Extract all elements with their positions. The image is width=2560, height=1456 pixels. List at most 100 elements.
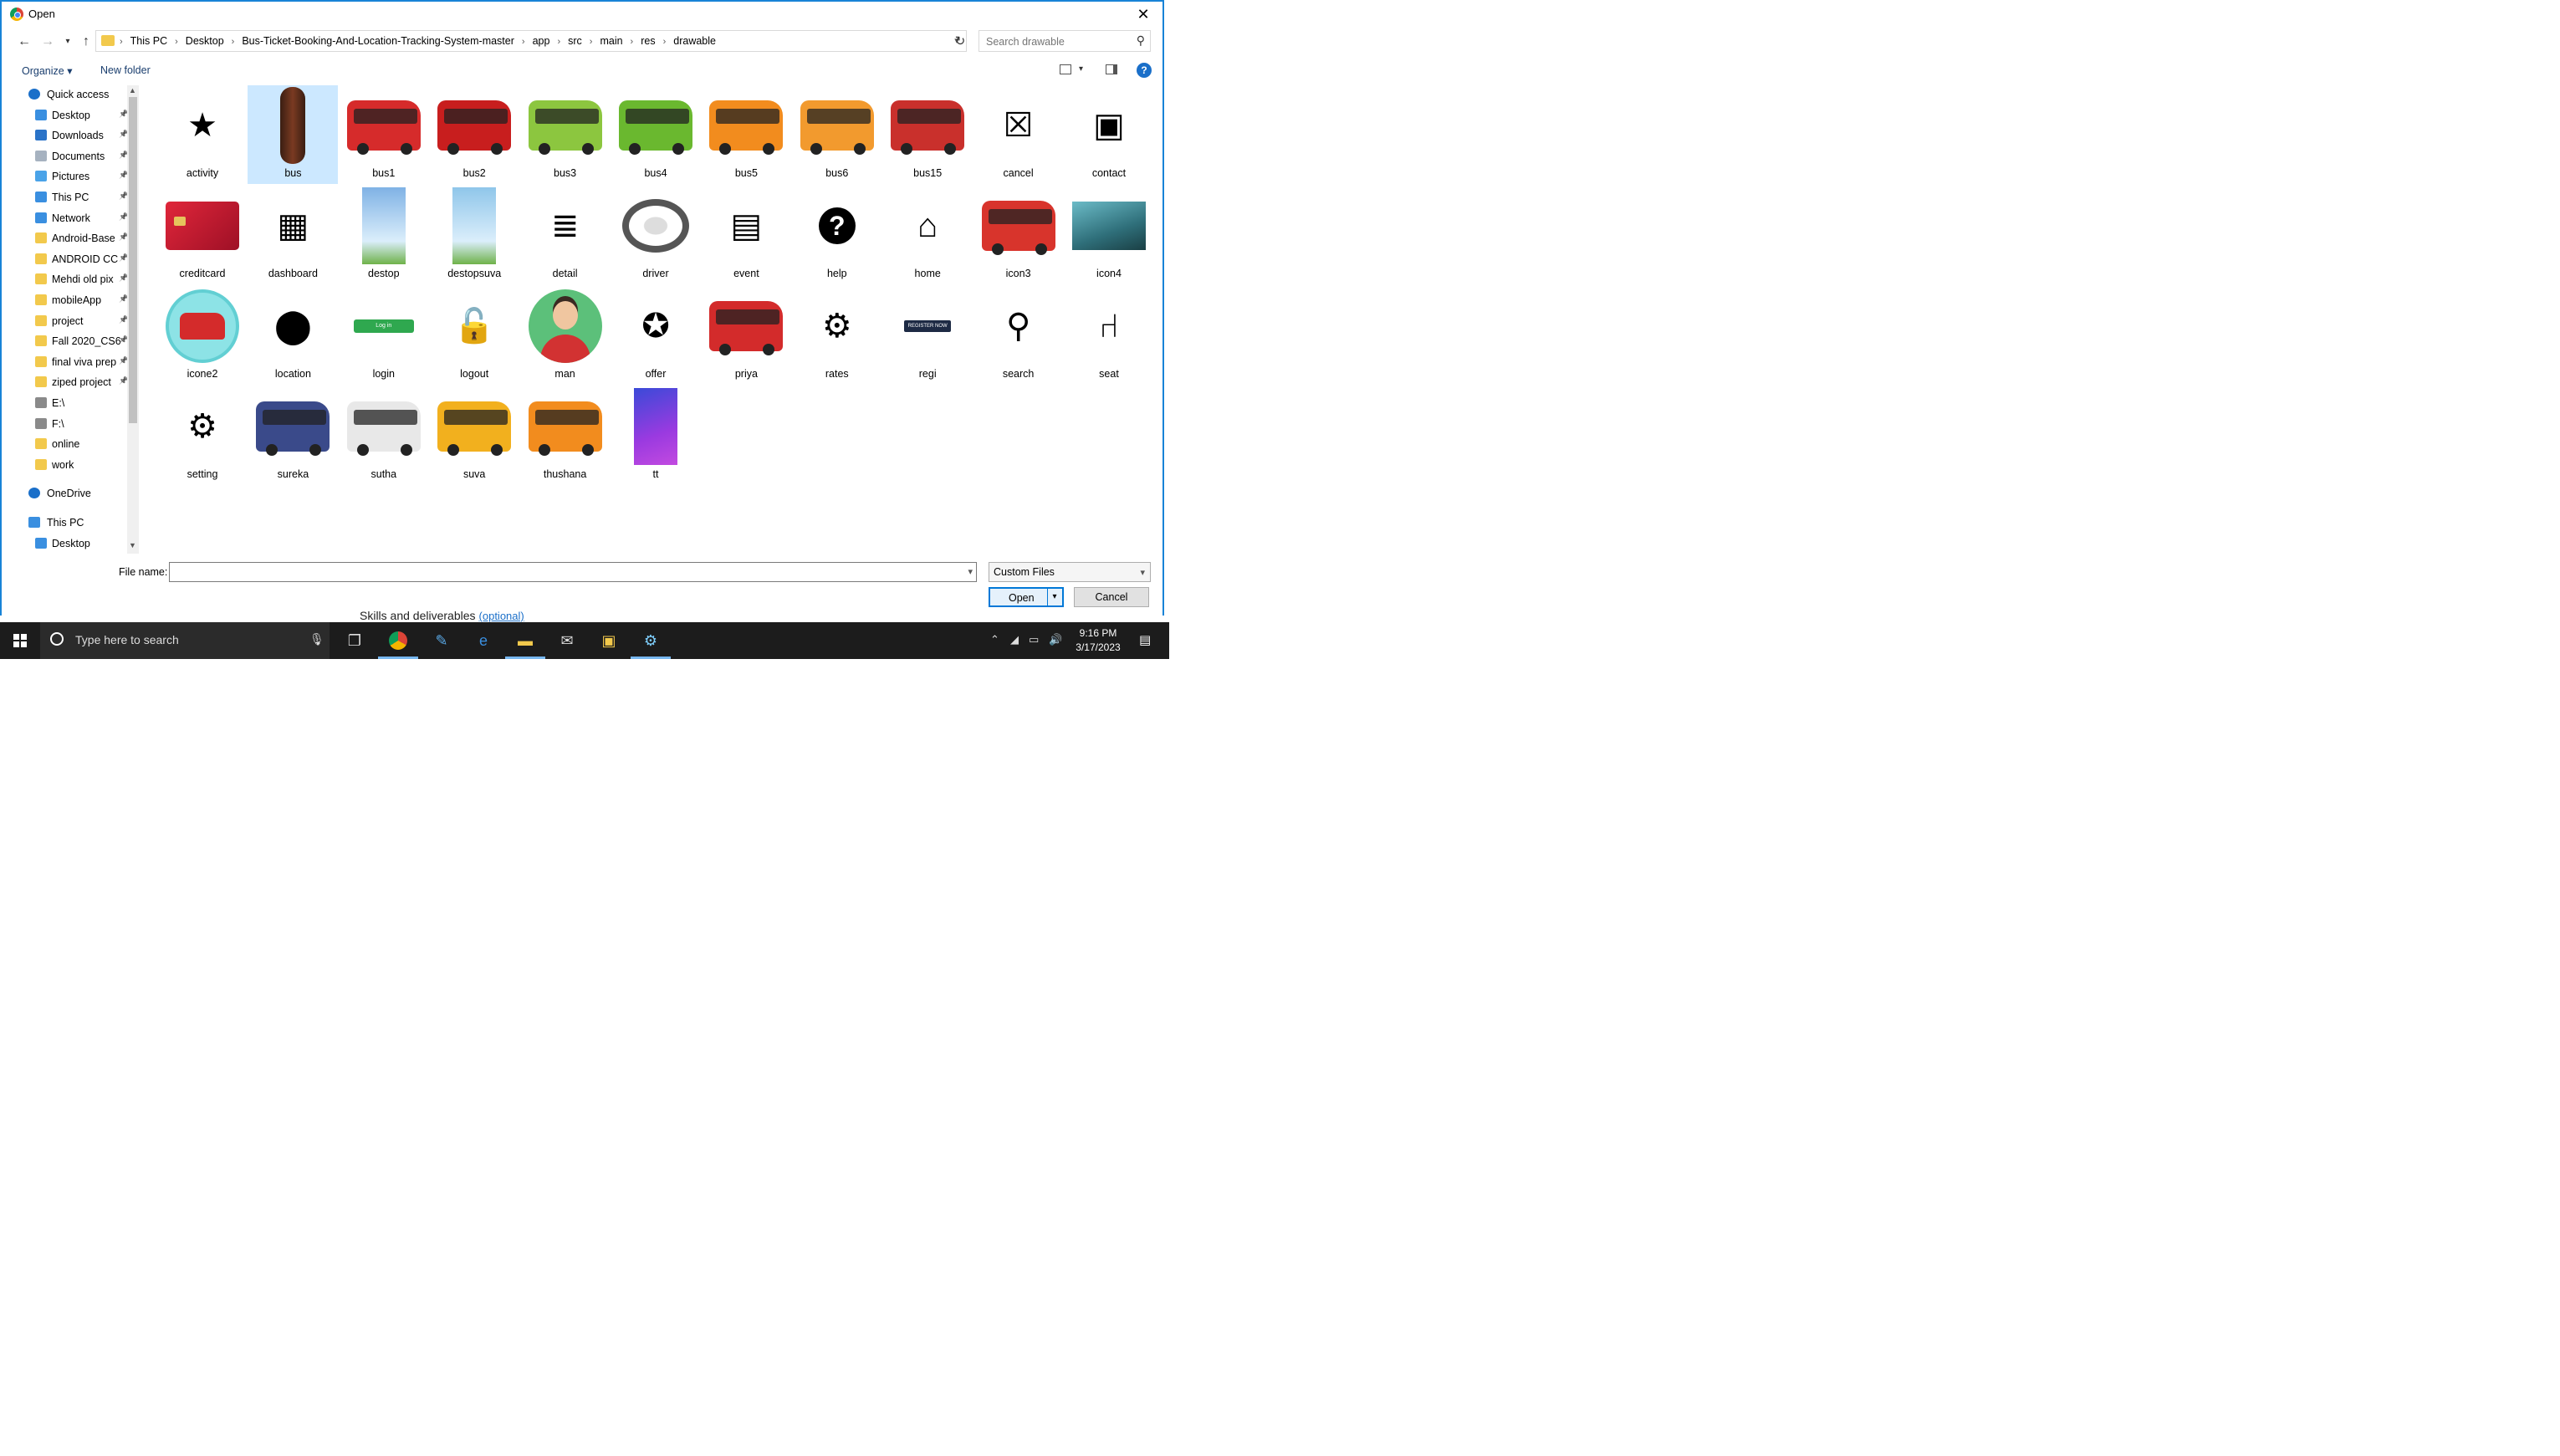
battery-icon[interactable]: ▭: [1029, 633, 1039, 646]
optional-link[interactable]: (optional): [479, 610, 524, 622]
up-arrow-icon[interactable]: ↑: [77, 32, 95, 52]
file-item[interactable]: tt: [611, 386, 701, 485]
file-name-input[interactable]: [173, 564, 946, 582]
breadcrumb-item[interactable]: Desktop: [186, 35, 224, 47]
file-item[interactable]: ⬤ location: [248, 286, 338, 385]
nav-item[interactable]: final viva prep 📌: [10, 353, 134, 371]
file-item[interactable]: Log in login: [339, 286, 429, 385]
file-item[interactable]: ≣ detail: [520, 186, 611, 284]
file-item[interactable]: bus: [248, 85, 339, 184]
nav-item[interactable]: Downloads 📌: [10, 126, 134, 145]
breadcrumb-item[interactable]: src: [568, 35, 582, 47]
scroll-up-icon[interactable]: ▲: [129, 86, 136, 95]
file-item[interactable]: bus5: [701, 85, 791, 184]
nav-item[interactable]: This PC: [10, 513, 134, 532]
file-item[interactable]: ? help: [792, 186, 882, 284]
file-item[interactable]: ✪ offer: [611, 286, 701, 385]
start-button[interactable]: [0, 622, 40, 659]
file-item[interactable]: sutha: [339, 386, 429, 485]
file-item[interactable]: REGISTER NOW regi: [882, 286, 973, 385]
show-hidden-icons-chevron-icon[interactable]: ⌃: [990, 633, 999, 646]
cancel-button[interactable]: Cancel: [1074, 587, 1149, 607]
file-item[interactable]: bus6: [792, 85, 882, 184]
microphone-icon[interactable]: 🎙: [309, 632, 324, 646]
navigation-pane-scrollbar[interactable]: ▲ ▼: [127, 85, 139, 554]
file-item[interactable]: ⚙ rates: [792, 286, 882, 385]
file-item[interactable]: destop: [339, 186, 429, 284]
chevron-right-icon[interactable]: ›: [590, 37, 593, 47]
taskbar-search[interactable]: Type here to search 🎙: [40, 622, 330, 659]
file-item[interactable]: 🔓 logout: [429, 286, 519, 385]
organize-button[interactable]: Organize ▾: [22, 64, 72, 77]
breadcrumb-item[interactable]: drawable: [673, 35, 716, 47]
open-button[interactable]: Open ▾: [989, 587, 1064, 607]
new-folder-button[interactable]: New folder: [100, 64, 151, 76]
nav-item[interactable]: Documents 📌: [10, 147, 134, 166]
chevron-right-icon[interactable]: ›: [557, 37, 560, 47]
preview-pane-icon[interactable]: [1106, 64, 1117, 74]
store-icon[interactable]: ▣: [589, 622, 629, 659]
breadcrumb-item[interactable]: Bus-Ticket-Booking-And-Location-Tracking…: [242, 35, 514, 47]
chevron-down-icon[interactable]: ▾: [968, 566, 973, 577]
nav-item[interactable]: Network 📌: [10, 209, 134, 227]
chevron-right-icon[interactable]: ›: [663, 37, 667, 47]
network-icon[interactable]: ◢: [1010, 633, 1019, 646]
chevron-right-icon[interactable]: ›: [631, 37, 634, 47]
file-item[interactable]: bus15: [882, 85, 973, 184]
file-item[interactable]: man: [520, 286, 611, 385]
edge-icon[interactable]: e: [463, 622, 503, 659]
nav-item[interactable]: OneDrive: [10, 484, 134, 503]
file-item[interactable]: ▣ contact: [1064, 85, 1154, 184]
nav-item[interactable]: Quick access: [10, 85, 134, 104]
file-item[interactable]: ▦ dashboard: [248, 186, 338, 284]
file-type-filter[interactable]: Custom Files ▾: [989, 562, 1151, 582]
file-item[interactable]: ▤ event: [701, 186, 791, 284]
file-item[interactable]: ⚲ search: [973, 286, 1064, 385]
notification-icon[interactable]: ▤: [1139, 632, 1151, 647]
nav-item[interactable]: E:\: [10, 394, 134, 412]
help-button[interactable]: ?: [1137, 63, 1152, 78]
recent-locations-chevron-icon[interactable]: ▾: [59, 32, 77, 52]
file-item[interactable]: ★ activity: [157, 85, 248, 184]
file-item[interactable]: creditcard: [157, 186, 248, 284]
nav-item[interactable]: work: [10, 456, 134, 474]
nav-item[interactable]: Pictures 📌: [10, 167, 134, 186]
breadcrumb-item[interactable]: res: [641, 35, 655, 47]
file-item[interactable]: bus4: [611, 85, 701, 184]
breadcrumb-item[interactable]: app: [533, 35, 550, 47]
file-item[interactable]: icon3: [973, 186, 1064, 284]
view-chevron-icon[interactable]: ▾: [1079, 64, 1083, 74]
chrome-taskbar-icon[interactable]: [378, 622, 418, 659]
file-item[interactable]: thushana: [520, 386, 611, 485]
address-bar[interactable]: › This PC › Desktop › Bus-Ticket-Booking-And-…: [95, 30, 967, 52]
chevron-right-icon[interactable]: ›: [232, 37, 235, 47]
clock[interactable]: 9:16 PM 3/17/2023: [1060, 626, 1136, 655]
file-item[interactable]: ⌂ home: [882, 186, 973, 284]
nav-item[interactable]: Android-Base 📌: [10, 229, 134, 248]
nav-item[interactable]: ANDROID CC 📌: [10, 250, 134, 268]
app-taskbar-icon[interactable]: ✎: [422, 622, 462, 659]
view-options-icon[interactable]: [1060, 64, 1071, 74]
nav-item[interactable]: F:\: [10, 415, 134, 433]
refresh-icon[interactable]: ↻: [952, 32, 968, 52]
file-item[interactable]: priya: [701, 286, 791, 385]
file-item[interactable]: ⚙ setting: [157, 386, 248, 485]
file-item[interactable]: icone2: [157, 286, 248, 385]
nav-item[interactable]: mobileApp 📌: [10, 291, 134, 309]
chevron-right-icon[interactable]: ›: [175, 37, 178, 47]
open-options-chevron-icon[interactable]: ▾: [1047, 589, 1061, 605]
back-arrow-icon[interactable]: ←: [15, 32, 33, 52]
nav-item[interactable]: Desktop: [10, 534, 134, 553]
task-view-icon[interactable]: ❐: [335, 622, 375, 659]
breadcrumb-item[interactable]: This PC: [130, 35, 167, 47]
scroll-down-icon[interactable]: ▼: [129, 541, 136, 549]
search-input[interactable]: [984, 32, 1130, 52]
file-item[interactable]: icon4: [1064, 186, 1154, 284]
breadcrumb-item[interactable]: main: [600, 35, 622, 47]
file-item[interactable]: driver: [611, 186, 701, 284]
file-item[interactable]: destopsuva: [429, 186, 519, 284]
nav-item[interactable]: This PC 📌: [10, 188, 134, 207]
file-item[interactable]: bus1: [339, 85, 429, 184]
file-name-field[interactable]: ▾: [169, 562, 977, 582]
nav-item[interactable]: project 📌: [10, 312, 134, 330]
